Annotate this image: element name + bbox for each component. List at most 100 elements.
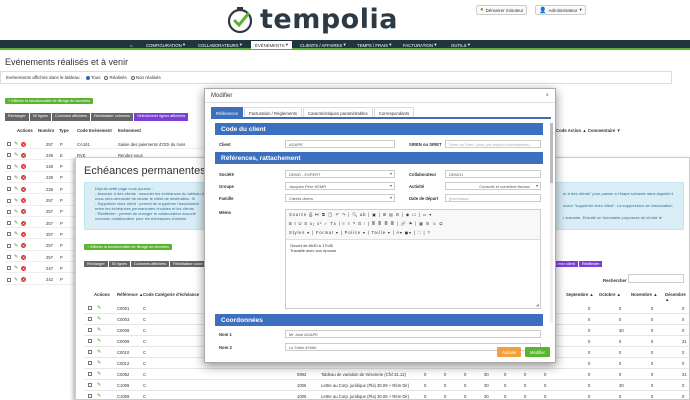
taille-dropdown[interactable]: Taille ▾ — [372, 230, 391, 235]
modal-scrollbar[interactable] — [550, 123, 553, 323]
edit-pencil-icon[interactable]: ✎ — [97, 338, 101, 344]
reaffecter-button[interactable]: Réaffecter — [578, 261, 603, 267]
delete-icon[interactable]: ✕ — [21, 231, 26, 237]
table-row[interactable]: ✎ C0062 C 0992 Tableau de variation de tréso… — [84, 369, 689, 380]
col-reference[interactable]: Référence ▲ — [117, 292, 143, 297]
edit-pencil-icon[interactable]: ✎ — [97, 316, 101, 322]
edit-pencil-icon[interactable]: ✎ — [14, 186, 18, 192]
reload-button[interactable]: Recharger — [5, 113, 29, 121]
filter-radio-realises[interactable]: Réalisés — [104, 75, 127, 80]
table-row[interactable]: ✎ C1009 C 1006 Lettre au Corp. juridique (Pl… — [84, 391, 689, 399]
nav-temps-frais[interactable]: TEMPS / FRAIS ▾ — [357, 41, 391, 49]
row-checkbox[interactable] — [7, 187, 11, 192]
row-checkbox[interactable] — [7, 255, 11, 259]
reset-columns-button-2[interactable]: Réinitialiser colon — [170, 261, 206, 267]
admin-menu-button[interactable]: 👤 Administrateur ▾ — [535, 5, 586, 15]
tab-references[interactable]: Références — [211, 107, 243, 117]
col-decembre[interactable]: Décembre ▲ — [665, 292, 689, 302]
nav-clients-affaires[interactable]: CLIENTS / AFFAIRES ▾ — [300, 41, 346, 49]
edit-pencil-icon[interactable]: ✎ — [14, 277, 18, 283]
source-button[interactable]: Source — [289, 212, 307, 217]
collaborateur-input[interactable]: DEMO1 — [445, 170, 541, 178]
rows-50-button-2[interactable]: 50 lignes — [108, 261, 130, 267]
edit-pencil-icon[interactable]: ✎ — [97, 371, 101, 377]
row-checkbox[interactable] — [88, 372, 92, 376]
row-checkbox[interactable] — [7, 277, 11, 282]
editor-body[interactable]: Ouvert de 8h30 à 17h30 Travaille avec so… — [286, 240, 540, 256]
delete-icon[interactable]: ✕ — [21, 277, 26, 283]
modifier-button[interactable]: Modifier — [525, 347, 550, 357]
row-checkbox[interactable] — [88, 339, 92, 343]
row-checkbox[interactable] — [7, 164, 11, 169]
edit-pencil-icon[interactable]: ✎ — [14, 220, 18, 226]
edit-pencil-icon[interactable]: ✎ — [14, 231, 18, 237]
nav-collaborateurs[interactable]: COLLABORATEURS ▾ — [198, 41, 242, 49]
row-checkbox[interactable] — [7, 198, 11, 203]
home-icon[interactable]: ⌂ — [130, 41, 133, 49]
edit-pencil-icon[interactable]: ✎ — [14, 198, 18, 204]
edit-pencil-icon[interactable]: ✎ — [14, 152, 18, 158]
societe-select[interactable]: DEMO - EXPERT — [285, 170, 395, 178]
col-actions[interactable]: Actions — [17, 128, 33, 133]
edit-pencil-icon[interactable]: ✎ — [97, 305, 101, 311]
row-checkbox[interactable] — [88, 350, 92, 354]
tempolia-logo[interactable]: tempolia — [226, 4, 398, 35]
rows-50-button[interactable]: 50 lignes — [29, 113, 51, 121]
col-categorie[interactable]: Code Catégorie d'échéance — [143, 292, 199, 297]
famille-select[interactable]: Clients divers — [285, 194, 395, 202]
col-octobre[interactable]: Octobre ▲ — [599, 292, 621, 297]
editor-toolbar-row-1[interactable]: Source ⎙ ✂ ⧉ 📋 ↶ ↷ | 🔍 ab | ▣ | ⊞ ▤ ⊟ | … — [289, 212, 432, 218]
close-icon[interactable]: × — [545, 93, 549, 99]
nav-outils[interactable]: OUTILS ▾ — [451, 41, 470, 49]
row-checkbox[interactable] — [7, 266, 11, 271]
row-checkbox[interactable] — [7, 243, 11, 248]
supprimer-chez-client-button[interactable]: chez client — [554, 261, 578, 267]
edit-pencil-icon[interactable]: ✎ — [97, 382, 101, 388]
row-checkbox[interactable] — [88, 306, 92, 310]
select-rows-button[interactable]: Sélectionner lignes affichées — [134, 113, 189, 121]
row-checkbox[interactable] — [88, 328, 92, 332]
row-checkbox[interactable] — [88, 383, 92, 387]
delete-icon[interactable]: ✕ — [21, 175, 26, 181]
col-evenement[interactable]: Evénement — [118, 128, 141, 133]
siren-input[interactable]: Siren ou Siret / pour pré-emploi coordon… — [445, 140, 541, 148]
edit-pencil-icon[interactable]: ✎ — [97, 349, 101, 355]
delete-icon[interactable]: ✕ — [21, 243, 26, 249]
row-checkbox[interactable] — [88, 361, 92, 365]
editor-toolbar-row-2[interactable]: B I U S x₂ x² ✓ Tx | ≡ ≡ ❝ ⊡ ⫶ | ≣ ≣ ≣ ≣… — [289, 221, 443, 227]
row-checkbox[interactable] — [7, 153, 11, 158]
editor-toolbar-row-3[interactable]: Styles ▾ | Format ▾ | Police ▾ | Taille … — [289, 230, 430, 235]
styles-dropdown[interactable]: Styles ▾ — [289, 230, 310, 235]
filter-radio-tous[interactable]: Tous — [85, 75, 100, 80]
delete-icon[interactable]: ✕ — [21, 164, 26, 170]
col-novembre[interactable]: Novembre ▲ — [631, 292, 657, 297]
table-row[interactable]: ✎ C1006 C 1006 Lettre au Corp. juridique (Pl… — [84, 380, 689, 391]
edit-pencil-icon[interactable]: ✎ — [14, 175, 18, 181]
col-numero[interactable]: Numéro — [38, 128, 54, 133]
row-checkbox[interactable] — [7, 142, 11, 146]
show-filter-button-2[interactable]: + Afficher la fonctionnalité de filtrage… — [84, 244, 172, 250]
delete-icon[interactable]: ✕ — [21, 152, 26, 158]
resize-handle-icon[interactable]: ◢ — [536, 302, 539, 307]
nom1-input[interactable]: Mr José AGAPE — [285, 330, 541, 338]
edit-pencil-icon[interactable]: ✎ — [97, 327, 101, 333]
annuler-button[interactable]: Annuler — [497, 347, 522, 357]
delete-icon[interactable]: ✕ — [21, 209, 26, 215]
show-filter-button[interactable]: + Afficher la fonctionnalité de filtrage… — [5, 98, 93, 104]
edit-pencil-icon[interactable]: ✎ — [14, 141, 18, 147]
edit-pencil-icon[interactable]: ✎ — [14, 209, 18, 215]
delete-icon[interactable]: ✕ — [21, 198, 26, 203]
delete-icon[interactable]: ✕ — [21, 186, 26, 192]
police-dropdown[interactable]: Police ▾ — [345, 230, 366, 235]
reset-columns-button[interactable]: Réinitialiser colonnes — [91, 113, 134, 121]
delete-icon[interactable]: ✕ — [21, 220, 26, 226]
modal-scrollbar-thumb[interactable] — [550, 123, 553, 183]
row-checkbox[interactable] — [7, 221, 11, 226]
format-dropdown[interactable]: Format ▾ — [316, 230, 339, 235]
col-type[interactable]: Type — [59, 128, 69, 133]
tab-correspondants[interactable]: Correspondants — [373, 107, 415, 117]
client-input[interactable]: AGAPE — [285, 140, 395, 148]
nav-configuration[interactable]: CONFIGURATION ▾ — [146, 41, 185, 49]
row-checkbox[interactable] — [7, 232, 11, 237]
edit-pencil-icon[interactable]: ✎ — [14, 254, 18, 260]
